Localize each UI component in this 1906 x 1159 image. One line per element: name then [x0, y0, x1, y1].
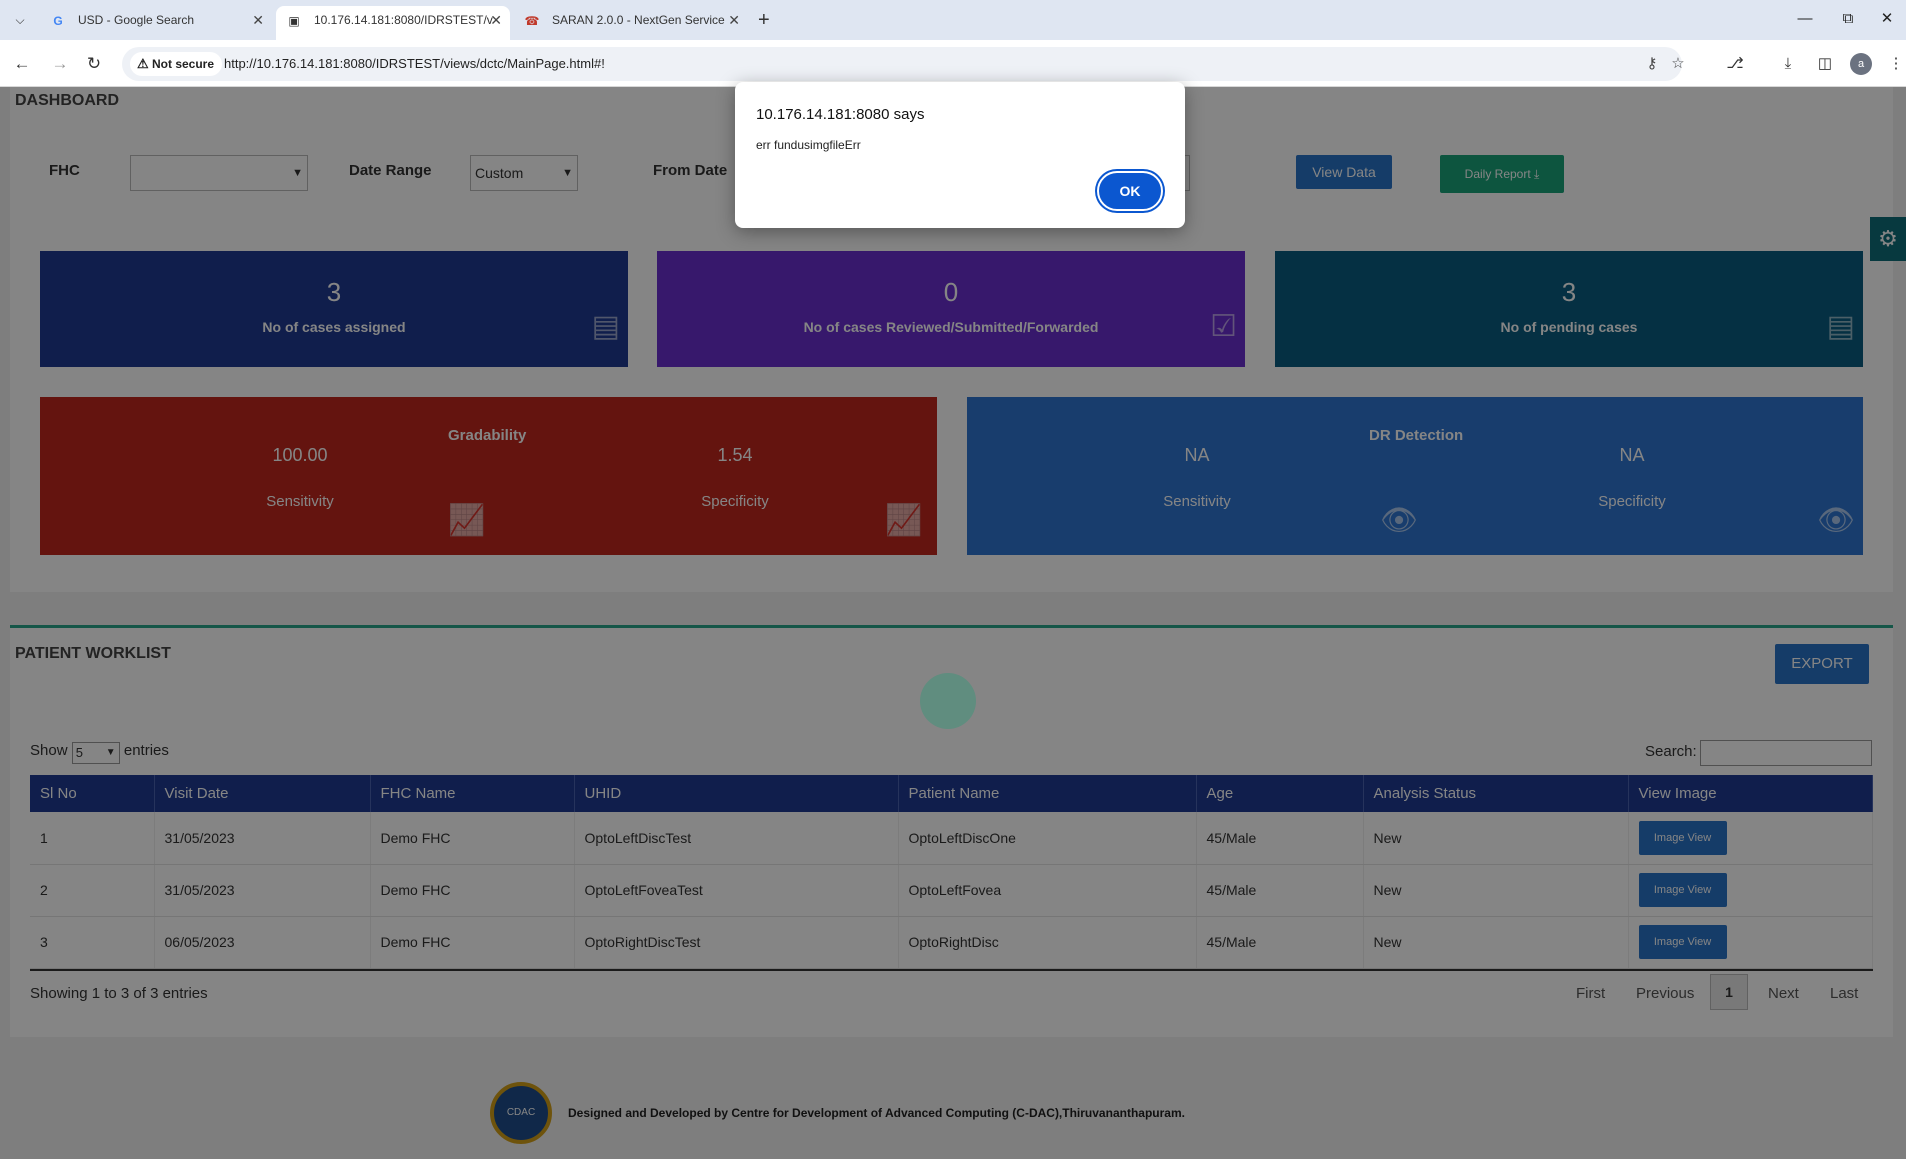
- forward-icon[interactable]: →: [48, 52, 72, 76]
- modal-overlay: [0, 87, 1906, 1159]
- omnibox[interactable]: ⚠ Not secure http://10.176.14.181:8080/I…: [122, 47, 1685, 81]
- reload-icon[interactable]: ↻: [82, 52, 106, 76]
- minimize-icon[interactable]: —: [1790, 6, 1820, 32]
- tab-idrstest[interactable]: ▣ 10.176.14.181:8080/IDRSTEST/v ✕: [276, 6, 510, 40]
- tab-saran[interactable]: ☎ SARAN 2.0.0 - NextGen Service ✕: [514, 6, 748, 40]
- image-icon: ▣: [288, 14, 300, 28]
- tab-label: SARAN 2.0.0 - NextGen Service: [552, 13, 725, 27]
- back-icon[interactable]: ←: [10, 52, 34, 76]
- loading-spinner: [920, 673, 976, 729]
- dialog-message: err fundusimgfileErr: [756, 138, 861, 152]
- tab-google-search[interactable]: G USD - Google Search ✕: [40, 6, 272, 40]
- tab-search-icon[interactable]: ⌵: [8, 8, 32, 32]
- restore-icon[interactable]: ⧉: [1833, 6, 1863, 32]
- close-tab-icon[interactable]: ✕: [252, 6, 264, 34]
- extensions-icon[interactable]: ⎇: [1723, 52, 1747, 76]
- url-text[interactable]: http://10.176.14.181:8080/IDRSTEST/views…: [224, 47, 605, 81]
- browser-tab-strip: ⌵ G USD - Google Search ✕ ▣ 10.176.14.18…: [0, 0, 1906, 40]
- side-panel-icon[interactable]: ◫: [1813, 52, 1837, 76]
- tab-label: 10.176.14.181:8080/IDRSTEST/v: [314, 13, 493, 27]
- bookmark-star-icon[interactable]: ☆: [1666, 52, 1690, 76]
- ok-button[interactable]: OK: [1097, 171, 1163, 211]
- alert-dialog: 10.176.14.181:8080 says err fundusimgfil…: [735, 82, 1185, 228]
- more-menu-icon[interactable]: ⋮: [1884, 52, 1906, 76]
- google-icon: G: [53, 14, 63, 28]
- not-secure-chip[interactable]: ⚠ Not secure: [130, 52, 223, 76]
- window-close-icon[interactable]: ✕: [1872, 6, 1902, 32]
- dialog-title: 10.176.14.181:8080 says: [756, 106, 925, 123]
- not-secure-label: Not secure: [152, 57, 215, 71]
- close-tab-icon[interactable]: ✕: [490, 6, 502, 34]
- profile-avatar[interactable]: a: [1850, 53, 1872, 75]
- close-tab-icon[interactable]: ✕: [728, 6, 740, 34]
- new-tab-icon[interactable]: +: [758, 8, 770, 32]
- tab-label: USD - Google Search: [78, 13, 195, 27]
- password-key-icon[interactable]: ⚷: [1640, 52, 1664, 76]
- headset-icon: ☎: [524, 14, 540, 28]
- download-icon[interactable]: ⤓: [1776, 52, 1800, 76]
- warning-icon: ⚠: [137, 56, 149, 71]
- address-bar: ← → ↻ ⚠ Not secure http://10.176.14.181:…: [0, 40, 1906, 87]
